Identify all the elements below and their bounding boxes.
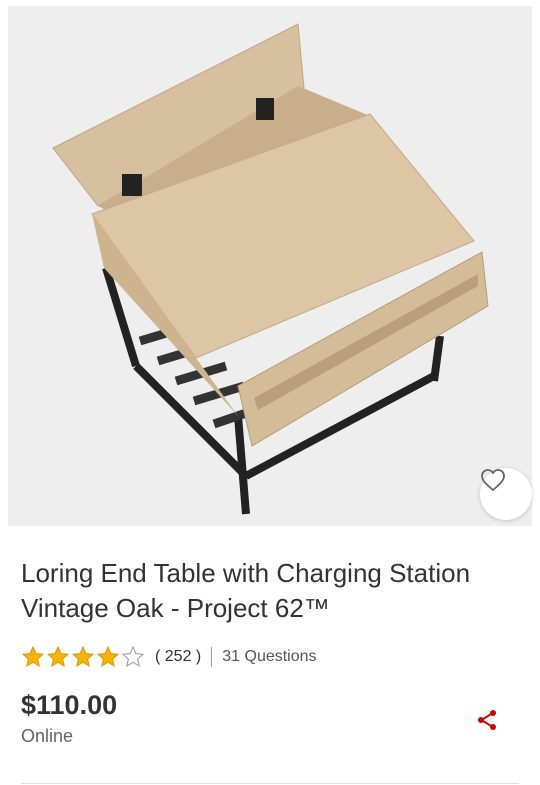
star-rating[interactable] xyxy=(21,645,145,669)
section-divider xyxy=(21,783,519,784)
product-title: Loring End Table with Charging Station V… xyxy=(21,558,471,623)
rating-row: ( 252 ) 31 Questions xyxy=(21,645,317,669)
star-icon xyxy=(121,645,145,668)
star-icon xyxy=(96,645,120,668)
share-button[interactable] xyxy=(475,708,499,732)
product-price: $110.00 xyxy=(21,690,118,720)
rating-divider xyxy=(211,647,213,667)
star-icon xyxy=(21,645,45,668)
end-table-illustration xyxy=(52,23,489,515)
questions-link[interactable]: 31 Questions xyxy=(222,648,316,666)
reviews-count-link[interactable]: ( 252 ) xyxy=(155,648,201,666)
availability-label: Online xyxy=(21,726,74,746)
favorite-button[interactable] xyxy=(480,468,532,520)
heart-icon xyxy=(481,469,505,492)
star-icon xyxy=(46,645,70,668)
product-image[interactable] xyxy=(8,6,532,526)
share-icon xyxy=(478,710,496,730)
star-icon xyxy=(71,645,95,668)
